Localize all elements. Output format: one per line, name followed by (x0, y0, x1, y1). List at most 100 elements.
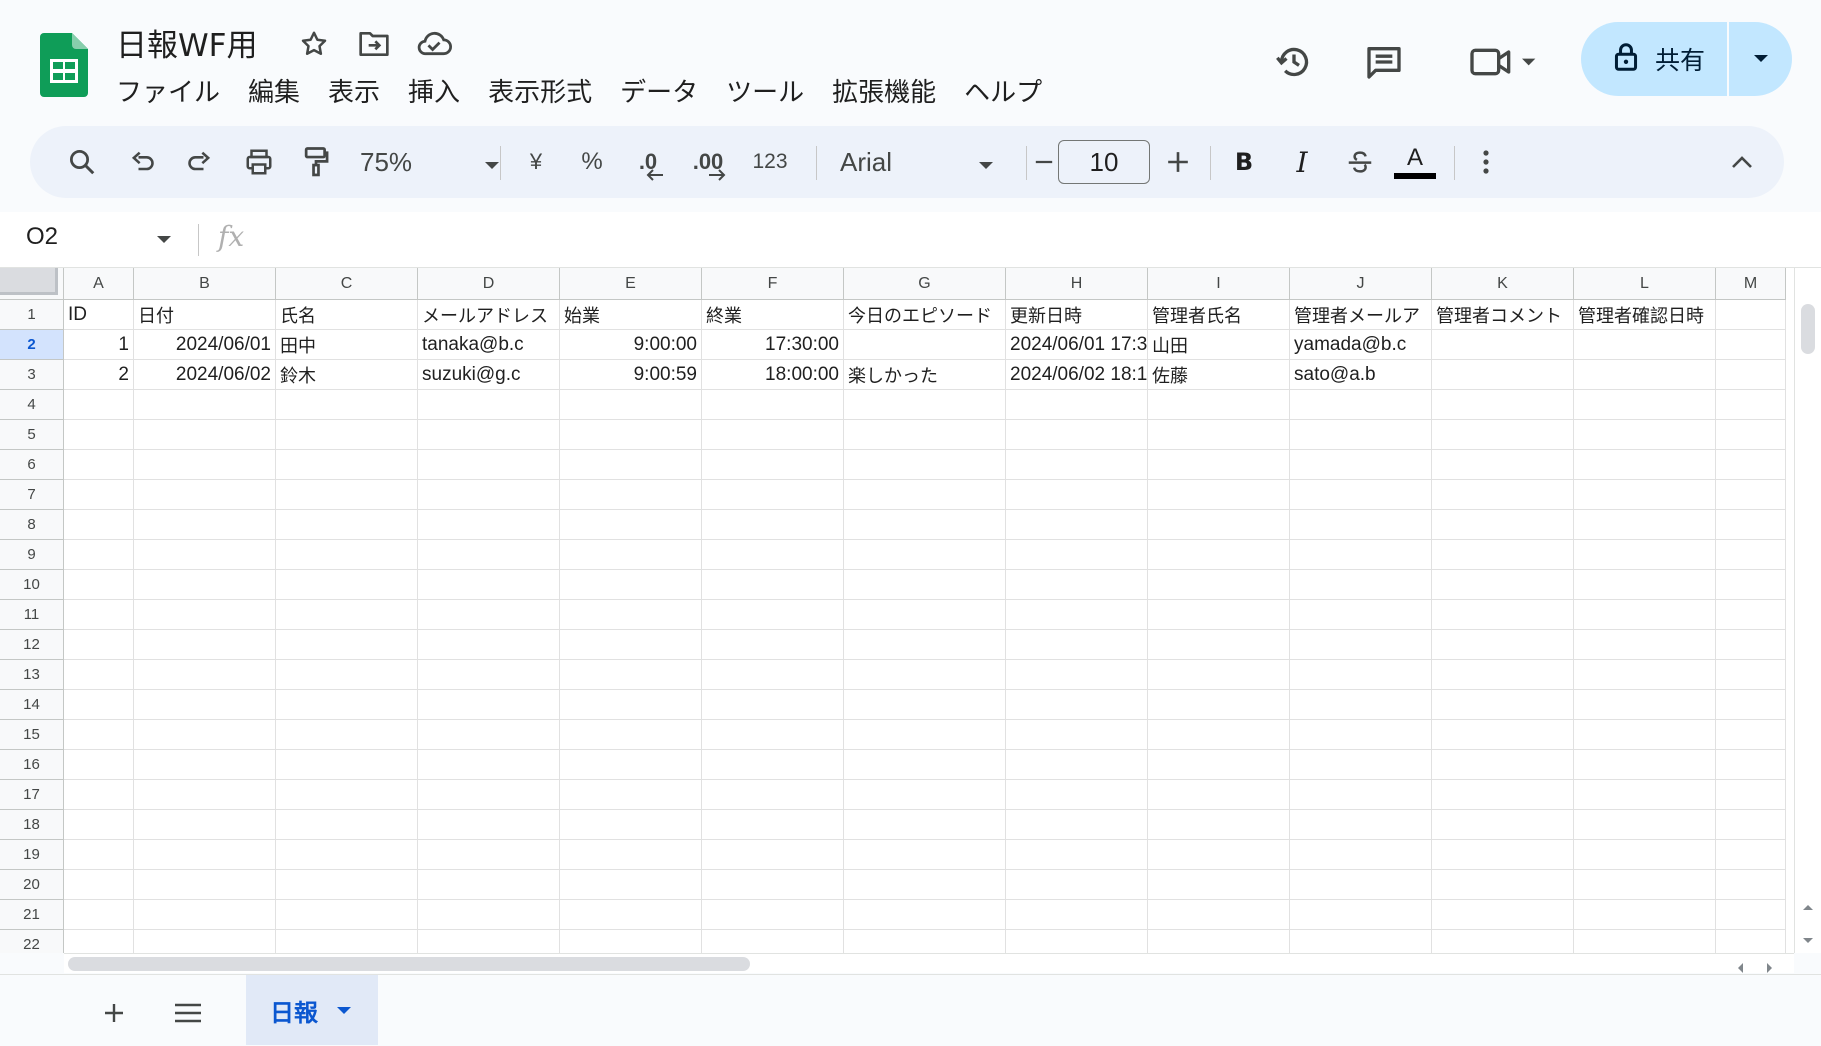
row-header[interactable]: 2 (0, 330, 64, 360)
row-header[interactable]: 22 (0, 930, 64, 953)
cell-E21[interactable] (560, 900, 702, 930)
cell-L1[interactable]: 管理者確認日時 (1574, 300, 1716, 330)
cell-D20[interactable] (418, 870, 560, 900)
cell-E10[interactable] (560, 570, 702, 600)
cell-M9[interactable] (1716, 540, 1786, 570)
cell-C4[interactable] (276, 390, 418, 420)
cell-I20[interactable] (1148, 870, 1290, 900)
cell-H20[interactable] (1006, 870, 1148, 900)
row-header[interactable]: 15 (0, 720, 64, 750)
cell-H11[interactable] (1006, 600, 1148, 630)
cell-F12[interactable] (702, 630, 844, 660)
cell-H1[interactable]: 更新日時 (1006, 300, 1148, 330)
cell-F18[interactable] (702, 810, 844, 840)
cell-B4[interactable] (134, 390, 276, 420)
cell-F4[interactable] (702, 390, 844, 420)
row-header[interactable]: 21 (0, 900, 64, 930)
print-icon[interactable] (236, 136, 282, 188)
cell-C19[interactable] (276, 840, 418, 870)
cell-C9[interactable] (276, 540, 418, 570)
cell-G11[interactable] (844, 600, 1006, 630)
cell-M13[interactable] (1716, 660, 1786, 690)
cell-C17[interactable] (276, 780, 418, 810)
redo-icon[interactable] (178, 136, 222, 188)
cell-K16[interactable] (1432, 750, 1574, 780)
cell-B12[interactable] (134, 630, 276, 660)
formula-input[interactable] (268, 218, 1788, 262)
row-header[interactable]: 18 (0, 810, 64, 840)
cell-F15[interactable] (702, 720, 844, 750)
cell-K5[interactable] (1432, 420, 1574, 450)
cell-D21[interactable] (418, 900, 560, 930)
cell-B9[interactable] (134, 540, 276, 570)
cell-A2[interactable]: 1 (64, 330, 134, 360)
vertical-scroll-thumb[interactable] (1801, 304, 1815, 354)
cell-I16[interactable] (1148, 750, 1290, 780)
star-icon[interactable] (294, 24, 334, 64)
cell-L8[interactable] (1574, 510, 1716, 540)
cell-B15[interactable] (134, 720, 276, 750)
cell-H16[interactable] (1006, 750, 1148, 780)
cell-A8[interactable] (64, 510, 134, 540)
cell-C13[interactable] (276, 660, 418, 690)
cell-F16[interactable] (702, 750, 844, 780)
cell-B17[interactable] (134, 780, 276, 810)
cell-K12[interactable] (1432, 630, 1574, 660)
cell-H7[interactable] (1006, 480, 1148, 510)
cell-M17[interactable] (1716, 780, 1786, 810)
cell-D8[interactable] (418, 510, 560, 540)
cell-G20[interactable] (844, 870, 1006, 900)
cell-B16[interactable] (134, 750, 276, 780)
cell-I2[interactable]: 山田 (1148, 330, 1290, 360)
cell-I18[interactable] (1148, 810, 1290, 840)
cell-A22[interactable] (64, 930, 134, 953)
cell-C22[interactable] (276, 930, 418, 953)
cell-M15[interactable] (1716, 720, 1786, 750)
cell-A16[interactable] (64, 750, 134, 780)
cell-E14[interactable] (560, 690, 702, 720)
cell-A15[interactable] (64, 720, 134, 750)
cell-H19[interactable] (1006, 840, 1148, 870)
cell-J17[interactable] (1290, 780, 1432, 810)
cell-M5[interactable] (1716, 420, 1786, 450)
cell-L5[interactable] (1574, 420, 1716, 450)
cell-G6[interactable] (844, 450, 1006, 480)
menu-format[interactable]: 表示形式 (474, 70, 606, 110)
cell-E9[interactable] (560, 540, 702, 570)
cell-K18[interactable] (1432, 810, 1574, 840)
cell-H15[interactable] (1006, 720, 1148, 750)
row-header[interactable]: 11 (0, 600, 64, 630)
row-header[interactable]: 14 (0, 690, 64, 720)
cell-B18[interactable] (134, 810, 276, 840)
cell-C18[interactable] (276, 810, 418, 840)
row-header[interactable]: 16 (0, 750, 64, 780)
scroll-down-arrow-icon[interactable] (1802, 930, 1814, 949)
vertical-scrollbar[interactable] (1794, 268, 1821, 953)
cell-E16[interactable] (560, 750, 702, 780)
cell-K13[interactable] (1432, 660, 1574, 690)
cell-K6[interactable] (1432, 450, 1574, 480)
cell-I3[interactable]: 佐藤 (1148, 360, 1290, 390)
cell-I5[interactable] (1148, 420, 1290, 450)
cell-L4[interactable] (1574, 390, 1716, 420)
row-header[interactable]: 9 (0, 540, 64, 570)
cell-D14[interactable] (418, 690, 560, 720)
row-header[interactable]: 20 (0, 870, 64, 900)
cell-G15[interactable] (844, 720, 1006, 750)
cell-K19[interactable] (1432, 840, 1574, 870)
cell-I14[interactable] (1148, 690, 1290, 720)
scroll-up-arrow-icon[interactable] (1802, 896, 1814, 915)
row-header[interactable]: 1 (0, 300, 64, 330)
cell-D6[interactable] (418, 450, 560, 480)
decrease-font-size-icon[interactable] (1034, 136, 1054, 188)
cell-M3[interactable] (1716, 360, 1786, 390)
cell-L11[interactable] (1574, 600, 1716, 630)
cell-M19[interactable] (1716, 840, 1786, 870)
all-sheets-menu-icon[interactable] (168, 993, 208, 1033)
cell-J10[interactable] (1290, 570, 1432, 600)
cell-K15[interactable] (1432, 720, 1574, 750)
cell-J2[interactable]: yamada@b.c (1290, 330, 1432, 360)
row-header[interactable]: 10 (0, 570, 64, 600)
cell-H8[interactable] (1006, 510, 1148, 540)
menu-edit[interactable]: 編集 (234, 70, 314, 110)
